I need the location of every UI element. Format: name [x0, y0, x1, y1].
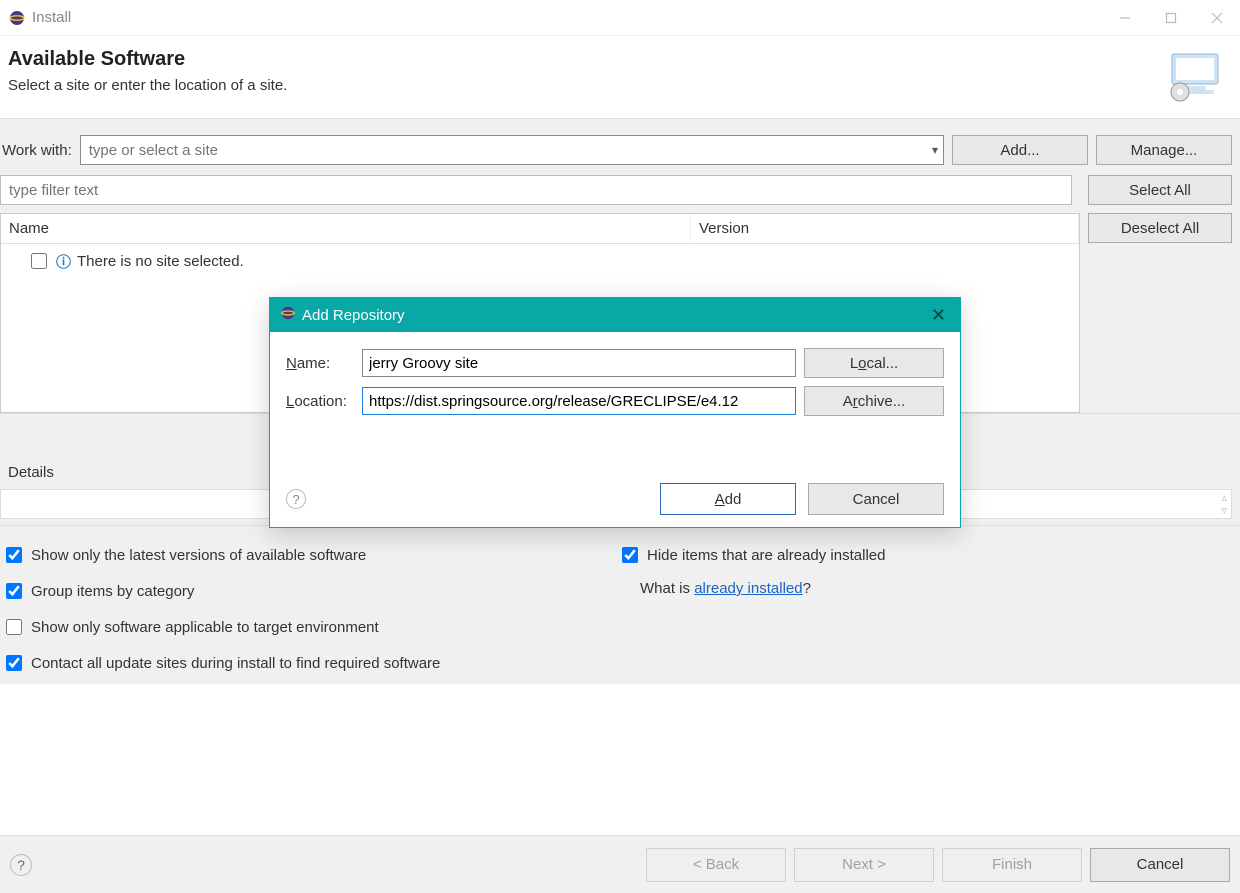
column-name[interactable]: Name [1, 214, 691, 243]
window-title: Install [32, 9, 71, 26]
already-installed-link[interactable]: already installed [694, 580, 802, 597]
label-latest-only: Show only the latest versions of availab… [31, 547, 366, 564]
options-area: Show only the latest versions of availab… [0, 525, 1240, 684]
info-icon: ⓘ [56, 251, 71, 272]
minimize-button[interactable] [1102, 0, 1148, 36]
wizard-footer: ? < Back Next > Finish Cancel [0, 835, 1240, 893]
help-button[interactable]: ? [10, 854, 32, 876]
empty-message: There is no site selected. [77, 253, 244, 270]
maximize-button[interactable] [1148, 0, 1194, 36]
install-wizard-window: Install Available Software Select a site… [0, 0, 1240, 893]
close-button[interactable] [1194, 0, 1240, 36]
location-field[interactable] [362, 387, 796, 415]
row-checkbox[interactable] [31, 253, 47, 269]
page-title: Available Software [8, 48, 287, 71]
add-site-button[interactable]: Add... [952, 135, 1088, 165]
archive-button[interactable]: Archive... [804, 386, 944, 416]
dialog-title: Add Repository [302, 307, 405, 324]
scroll-indicator-icon: ▵▿ [1221, 491, 1227, 517]
location-label: Location: [286, 393, 354, 410]
cancel-button[interactable]: Cancel [1090, 848, 1230, 882]
work-with-row: Work with: ▾ Add... Manage... [0, 119, 1240, 175]
back-button[interactable]: < Back [646, 848, 786, 882]
name-field[interactable] [362, 349, 796, 377]
option-applicable-only[interactable]: Show only software applicable to target … [2, 616, 618, 638]
checkbox-applicable-only[interactable] [6, 619, 22, 635]
checkbox-latest-only[interactable] [6, 547, 22, 563]
dialog-cancel-button[interactable]: Cancel [808, 483, 944, 515]
label-group-category: Group items by category [31, 583, 194, 600]
checkbox-contact-all[interactable] [6, 655, 22, 671]
page-subtitle: Select a site or enter the location of a… [8, 77, 287, 94]
deselect-all-button[interactable]: Deselect All [1088, 213, 1232, 243]
hint-prefix: What is [640, 580, 694, 597]
label-applicable-only: Show only software applicable to target … [31, 619, 379, 636]
checkbox-hide-installed[interactable] [622, 547, 638, 563]
eclipse-icon [8, 9, 26, 27]
dialog-titlebar: Add Repository ✕ [270, 298, 960, 332]
table-header: Name Version [1, 214, 1079, 244]
table-row: ⓘ There is no site selected. [1, 244, 1079, 278]
filter-input[interactable] [0, 175, 1072, 205]
dialog-help-button[interactable]: ? [286, 489, 306, 509]
finish-button[interactable]: Finish [942, 848, 1082, 882]
add-repository-dialog: Add Repository ✕ Name: Local... Location… [269, 297, 961, 528]
dialog-body: Name: Local... Location: Archive... [270, 332, 960, 440]
option-group-category[interactable]: Group items by category [2, 580, 618, 602]
option-hide-installed[interactable]: Hide items that are already installed [618, 544, 1232, 566]
local-button[interactable]: Local... [804, 348, 944, 378]
label-hide-installed: Hide items that are already installed [647, 547, 885, 564]
eclipse-icon [280, 305, 296, 325]
work-with-label: Work with: [2, 142, 72, 159]
checkbox-group-category[interactable] [6, 583, 22, 599]
hint-suffix: ? [803, 580, 811, 597]
already-installed-hint: What is already installed? [618, 580, 1232, 602]
work-with-combo[interactable]: ▾ [80, 135, 944, 165]
dialog-footer: ? Add Cancel [270, 471, 960, 527]
work-with-input[interactable] [80, 135, 944, 165]
dialog-close-button[interactable]: ✕ [927, 305, 950, 326]
install-banner-icon [1162, 48, 1226, 102]
label-contact-all: Contact all update sites during install … [31, 655, 440, 672]
select-all-button[interactable]: Select All [1088, 175, 1232, 205]
option-latest-only[interactable]: Show only the latest versions of availab… [2, 544, 618, 566]
titlebar: Install [0, 0, 1240, 36]
manage-sites-button[interactable]: Manage... [1096, 135, 1232, 165]
dialog-add-button[interactable]: Add [660, 483, 796, 515]
next-button[interactable]: Next > [794, 848, 934, 882]
column-version[interactable]: Version [691, 214, 1079, 243]
option-contact-all[interactable]: Contact all update sites during install … [2, 652, 618, 674]
wizard-header: Available Software Select a site or ente… [0, 36, 1240, 119]
name-label: Name: [286, 355, 354, 372]
